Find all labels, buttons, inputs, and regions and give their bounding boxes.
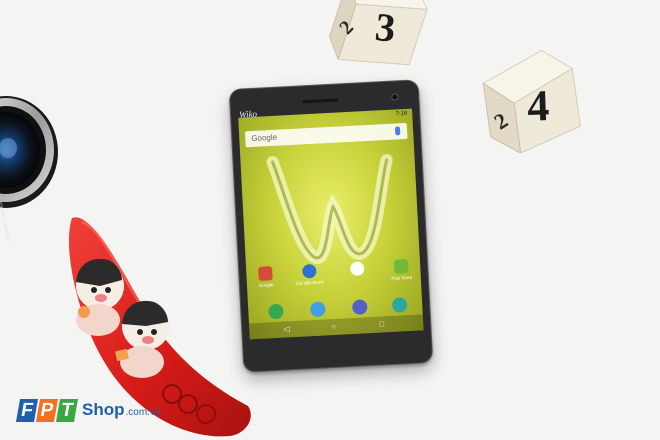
google-folder-icon <box>258 266 273 281</box>
email-icon[interactable] <box>351 299 368 315</box>
camera-icon[interactable] <box>391 297 408 313</box>
number-die-4: 4 2 <box>469 42 591 159</box>
phone-icon[interactable] <box>268 303 284 320</box>
recents-button[interactable]: □ <box>379 319 384 328</box>
google-search-label: Google <box>251 132 278 144</box>
messages-icon[interactable] <box>309 301 326 318</box>
quick-settings-icon <box>301 263 317 279</box>
number-die-3: 3 2 <box>321 0 435 78</box>
die-face-4: 4 <box>526 81 551 131</box>
app-play-store[interactable]: Play Store <box>386 259 417 282</box>
google-search-bar: Google <box>244 122 408 148</box>
back-button[interactable]: ◁ <box>283 324 290 333</box>
microphone-icon <box>394 126 401 136</box>
app-quick-settings[interactable]: Cài đặt nhanh <box>294 263 325 286</box>
phone-earpiece <box>302 98 339 104</box>
front-camera <box>391 93 399 101</box>
logo-domain: .com.vn <box>125 407 161 418</box>
apps-drawer-icon <box>349 261 365 277</box>
app-drawer[interactable] <box>342 261 373 279</box>
status-time: 7:16 <box>395 110 408 118</box>
fpt-shop-logo: F P T Shop .com.vn <box>15 395 161 425</box>
wallpaper-w-graphic <box>266 153 393 264</box>
home-button[interactable]: ○ <box>331 322 336 331</box>
play-store-icon <box>393 259 409 274</box>
product-photo: BLUETOOTH · POWERFUL PORTABLE SPEAKER 3 … <box>0 0 660 440</box>
phone-screen: 7:16 Google Google Cài đặt nhanh Play St… <box>238 108 424 340</box>
logo-letter-p: P <box>35 398 59 422</box>
bluetooth-speaker <box>0 96 58 208</box>
logo-letter-f: F <box>15 398 39 422</box>
toy-figure-left <box>76 258 124 336</box>
logo-shop-word: Shop <box>82 400 125 419</box>
logo-letter-t: T <box>55 398 79 422</box>
